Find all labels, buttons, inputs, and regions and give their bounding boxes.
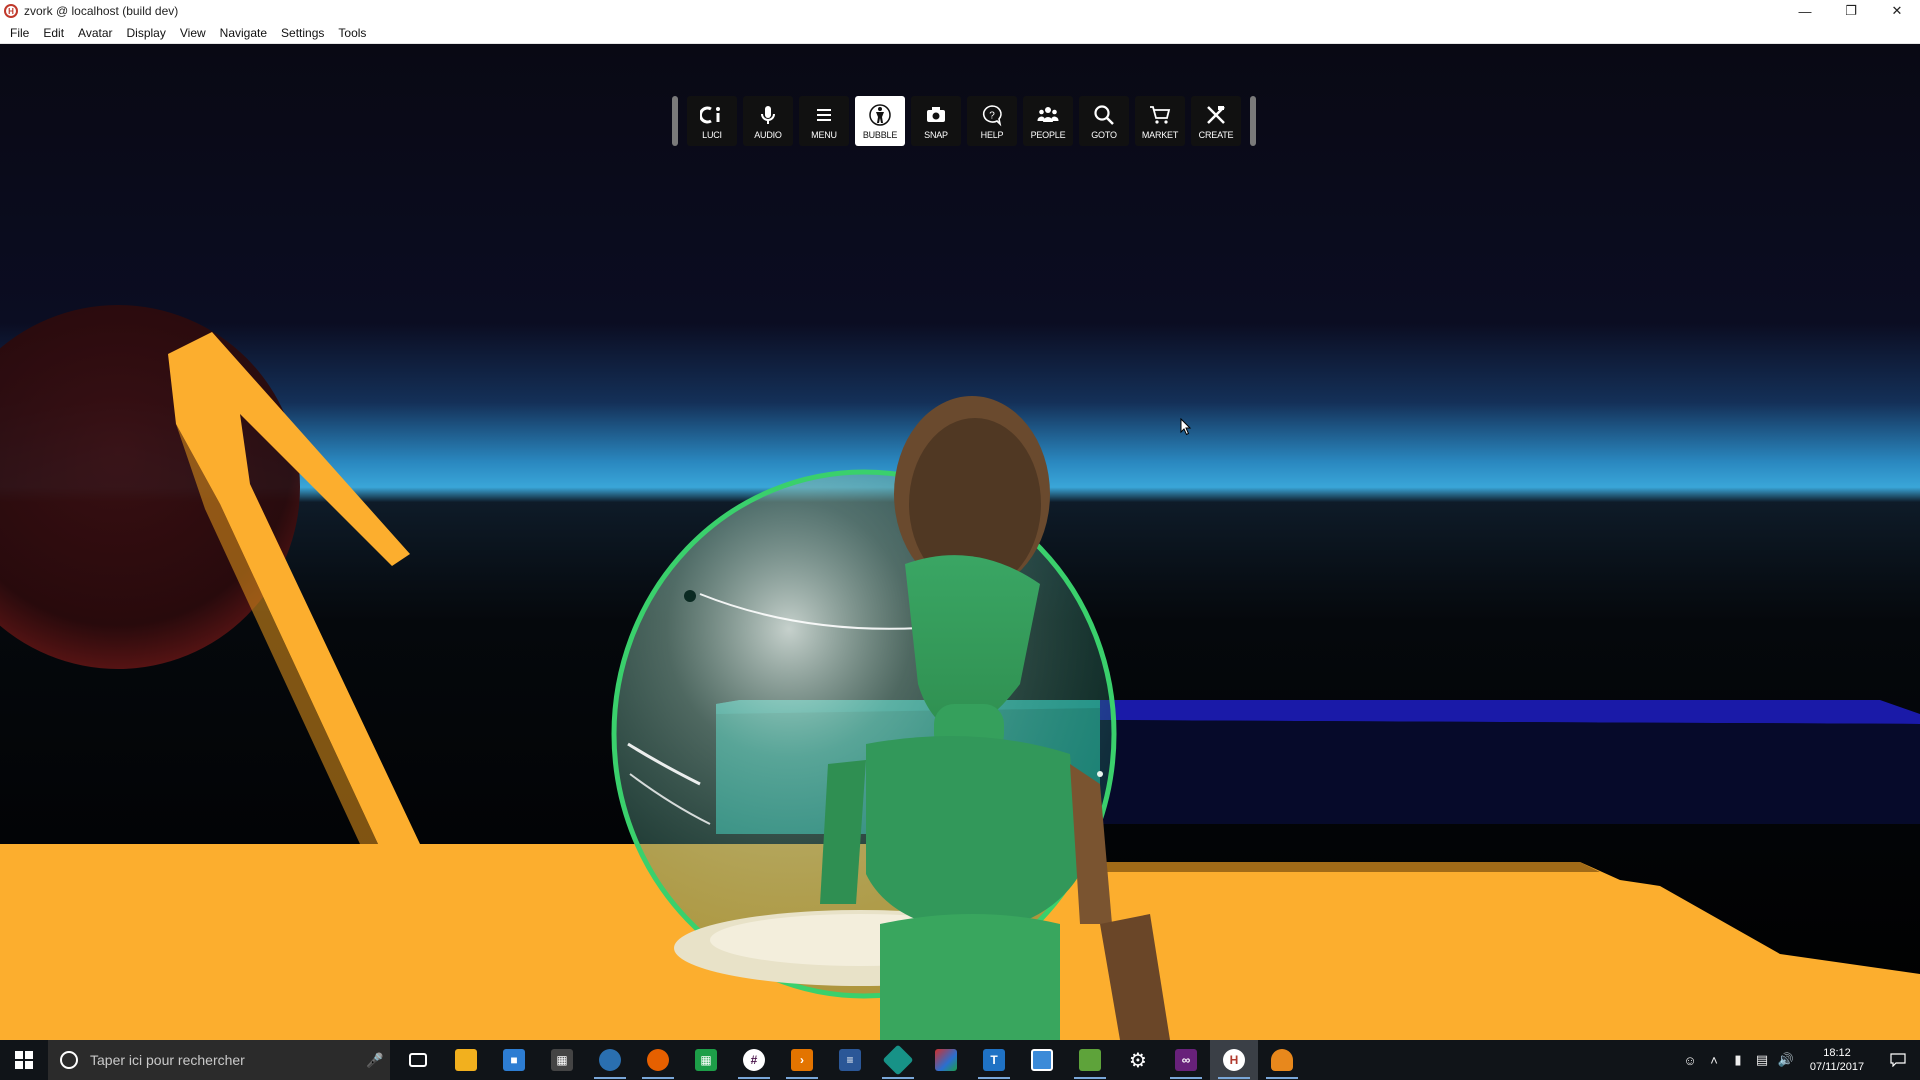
- help-button[interactable]: ? HELP: [967, 96, 1017, 146]
- clock-date: 07/11/2017: [1809, 1061, 1865, 1073]
- battery-icon[interactable]: ▮: [1726, 1052, 1750, 1068]
- create-icon: [1204, 102, 1228, 128]
- menu-edit[interactable]: Edit: [37, 26, 70, 40]
- luci-icon: [700, 102, 724, 128]
- calculator-icon[interactable]: ▦: [538, 1040, 586, 1080]
- mouse-cursor: [1180, 418, 1192, 436]
- settings-icon[interactable]: ⚙: [1114, 1040, 1162, 1080]
- people-label: PEOPLE: [1030, 130, 1066, 140]
- cortana-icon: [60, 1051, 78, 1069]
- menu-button[interactable]: MENU: [799, 96, 849, 146]
- goto-button[interactable]: GOTO: [1079, 96, 1129, 146]
- menu-settings[interactable]: Settings: [275, 26, 330, 40]
- taskbar-clock[interactable]: 18:12 07/11/2017: [1798, 1046, 1876, 1074]
- paint-icon[interactable]: [922, 1040, 970, 1080]
- task-view-icon[interactable]: [394, 1040, 442, 1080]
- scene-render: [0, 44, 1920, 1040]
- taskbar-apps: ■ ▦ ▦ # › ≡ T ⚙ ∞ H: [394, 1040, 1306, 1080]
- menu-bar: File Edit Avatar Display View Navigate S…: [0, 22, 1920, 44]
- windows-logo-icon: [15, 1051, 33, 1069]
- bubble-label: BUBBLE: [862, 130, 898, 140]
- create-button[interactable]: CREATE: [1191, 96, 1241, 146]
- bubble-icon: [868, 102, 892, 128]
- sandbox-icon[interactable]: [1258, 1040, 1306, 1080]
- slack-icon[interactable]: #: [730, 1040, 778, 1080]
- svg-text:?: ?: [989, 111, 995, 122]
- close-icon[interactable]: ✕: [1874, 0, 1920, 22]
- window-icon[interactable]: [1018, 1040, 1066, 1080]
- audio-label: AUDIO: [754, 130, 782, 140]
- 3d-viewport[interactable]: LUCI AUDIO MENU BUBBLE SNAP ? HELP PEOPL…: [0, 44, 1920, 1040]
- thunderbird-icon[interactable]: [586, 1040, 634, 1080]
- menu-display[interactable]: Display: [121, 26, 172, 40]
- taskbar-search-box[interactable]: Taper ici pour rechercher 🎤: [48, 1040, 390, 1080]
- market-label: MARKET: [1141, 130, 1179, 140]
- vscode-icon[interactable]: ›: [778, 1040, 826, 1080]
- start-button[interactable]: [0, 1040, 48, 1080]
- clock-time: 18:12: [1823, 1047, 1851, 1059]
- camera-icon: [924, 102, 948, 128]
- hifi-icon: H: [4, 4, 18, 18]
- interface-icon[interactable]: H: [1210, 1040, 1258, 1080]
- system-tray: ☺ ˄ ▮ ▤ 🔊 18:12 07/11/2017: [1678, 1040, 1920, 1080]
- window-controls: — ❐ ✕: [1782, 0, 1920, 22]
- spreadsheet-icon[interactable]: ▦: [682, 1040, 730, 1080]
- toolbar-right-handle[interactable]: [1250, 96, 1256, 146]
- store-icon[interactable]: ■: [490, 1040, 538, 1080]
- menu-navigate[interactable]: Navigate: [214, 26, 273, 40]
- luci-label: LUCI: [702, 130, 722, 140]
- visual-studio-icon[interactable]: ∞: [1162, 1040, 1210, 1080]
- menu-tools[interactable]: Tools: [332, 26, 372, 40]
- chevron-up-icon[interactable]: ˄: [1702, 1053, 1726, 1068]
- notepad-icon[interactable]: [1066, 1040, 1114, 1080]
- volume-icon[interactable]: 🔊: [1774, 1052, 1798, 1068]
- menu-avatar[interactable]: Avatar: [72, 26, 118, 40]
- search-icon: [1092, 102, 1116, 128]
- document-icon[interactable]: ≡: [826, 1040, 874, 1080]
- luci-button[interactable]: LUCI: [687, 96, 737, 146]
- gitkraken-icon[interactable]: [874, 1040, 922, 1080]
- windows-taskbar: Taper ici pour rechercher 🎤 ■ ▦ ▦ # › ≡ …: [0, 1040, 1920, 1080]
- ruler-icon[interactable]: T: [970, 1040, 1018, 1080]
- window-title: zvork @ localhost (build dev): [24, 4, 179, 18]
- create-label: CREATE: [1198, 130, 1234, 140]
- menu-label: MENU: [811, 130, 837, 140]
- cart-icon: [1148, 102, 1172, 128]
- help-label: HELP: [980, 130, 1004, 140]
- menu-view[interactable]: View: [174, 26, 212, 40]
- title-bar: H zvork @ localhost (build dev) — ❐ ✕: [0, 0, 1920, 22]
- microphone-icon: [756, 102, 780, 128]
- microphone-icon[interactable]: 🎤: [360, 1052, 390, 1069]
- toolbar-left-handle[interactable]: [672, 96, 678, 146]
- notification-center-icon[interactable]: [1876, 1053, 1920, 1067]
- market-button[interactable]: MARKET: [1135, 96, 1185, 146]
- restore-icon[interactable]: ❐: [1828, 0, 1874, 22]
- people-icon[interactable]: ☺: [1678, 1053, 1702, 1068]
- help-icon: ?: [980, 102, 1004, 128]
- menu-file[interactable]: File: [4, 26, 35, 40]
- people-button[interactable]: PEOPLE: [1023, 96, 1073, 146]
- file-explorer-icon[interactable]: [442, 1040, 490, 1080]
- bubble-button[interactable]: BUBBLE: [855, 96, 905, 146]
- snap-button[interactable]: SNAP: [911, 96, 961, 146]
- network-icon[interactable]: ▤: [1750, 1052, 1774, 1068]
- menu-icon: [812, 102, 836, 128]
- goto-label: GOTO: [1091, 130, 1117, 140]
- snap-label: SNAP: [924, 130, 948, 140]
- minimize-icon[interactable]: —: [1782, 0, 1828, 22]
- audio-button[interactable]: AUDIO: [743, 96, 793, 146]
- hifi-toolbar: LUCI AUDIO MENU BUBBLE SNAP ? HELP PEOPL…: [666, 94, 1262, 148]
- people-icon: [1036, 102, 1060, 128]
- search-placeholder: Taper ici pour rechercher: [90, 1052, 245, 1068]
- firefox-icon[interactable]: [634, 1040, 682, 1080]
